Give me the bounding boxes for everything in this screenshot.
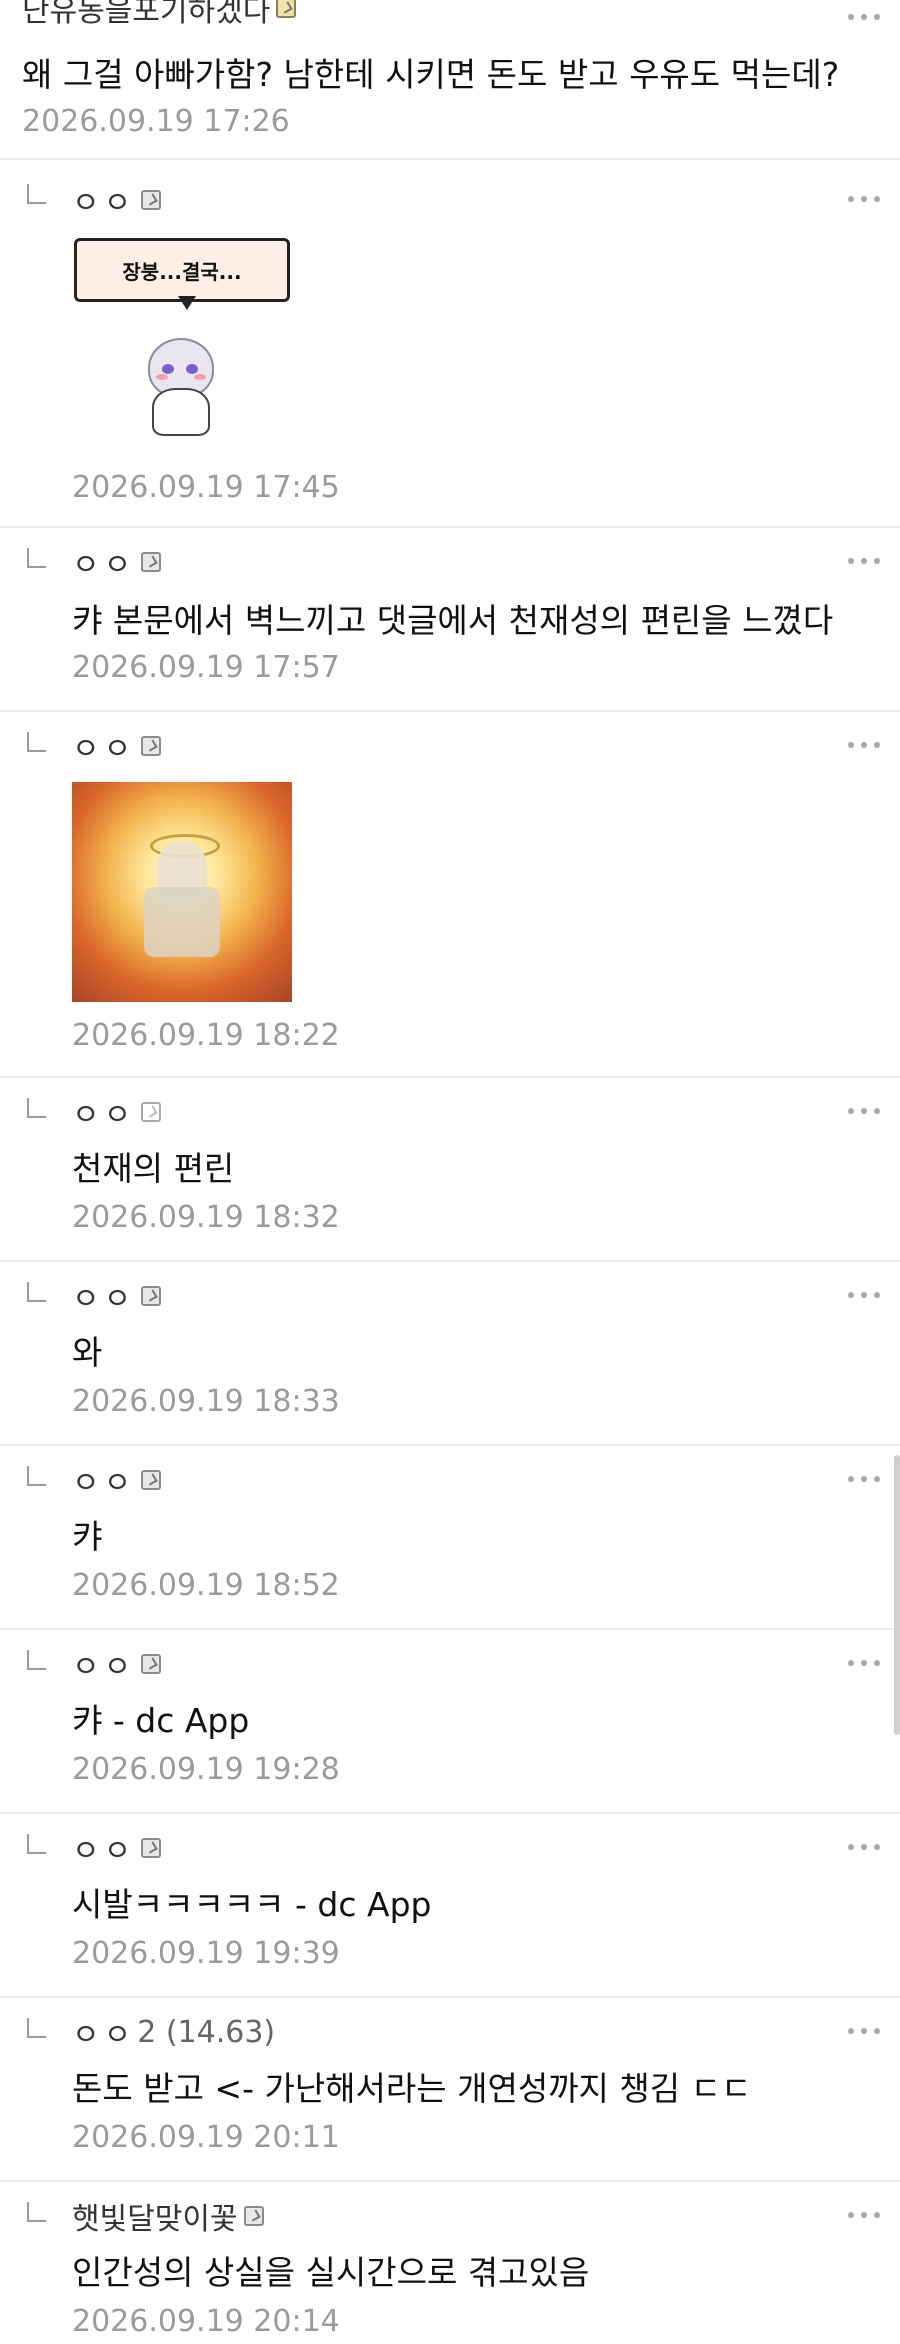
comment-text: 와 — [72, 1333, 103, 1372]
member-badge-icon — [141, 1286, 162, 1306]
more-options-icon[interactable] — [848, 742, 880, 748]
chibi-cheek — [194, 374, 206, 380]
member-badge-icon — [141, 1654, 162, 1674]
comment-author[interactable]: ㅇㅇ — [72, 1090, 162, 1134]
reply-indent-icon — [27, 548, 46, 568]
comment-author[interactable]: 햇빛달맞이꽃 — [72, 2194, 264, 2238]
chibi-cheek — [156, 374, 168, 380]
more-options-icon[interactable] — [848, 1292, 880, 1298]
comment-timestamp: 2026.09.19 19:39 — [72, 1936, 340, 1971]
comment-timestamp: 2026.09.19 18:22 — [72, 1018, 340, 1053]
member-badge-icon — [243, 2206, 264, 2226]
comment-author[interactable]: ㅇㅇ — [72, 1826, 162, 1870]
reply-indent-icon — [27, 1282, 46, 1302]
scrollbar[interactable] — [894, 1455, 900, 1735]
member-badge-icon — [141, 1470, 162, 1490]
dccon-sticker: 장붕...결국... — [74, 238, 294, 438]
nickname[interactable]: ㅇㅇ — [72, 2010, 135, 2054]
more-options-icon[interactable] — [848, 196, 880, 202]
reply-item: ㅇㅇ 캬 - dc App 2026.09.19 19:28 — [0, 1630, 900, 1814]
reply-indent-icon — [27, 2202, 46, 2222]
comment-author[interactable]: ㅇㅇ — [72, 178, 162, 222]
nickname[interactable]: ㅇㅇ — [72, 1090, 135, 1134]
comment-text: 인간성의 상실을 실시간으로 겪고있음 — [72, 2253, 590, 2292]
comment-author[interactable]: ㅇㅇ — [72, 1642, 162, 1686]
chibi-eye — [162, 364, 174, 374]
comment-author[interactable]: ㅇㅇ — [72, 540, 162, 584]
nickname[interactable]: 햇빛달맞이꽃 — [72, 2194, 238, 2238]
reply-indent-icon — [27, 732, 46, 752]
more-options-icon[interactable] — [848, 2212, 880, 2218]
comment-item: 난유동을포기하겠다 왜 그걸 아빠가함? 남한테 시키면 돈도 받고 우유도 먹… — [0, 0, 900, 160]
more-options-icon[interactable] — [848, 1476, 880, 1482]
reply-item: ㅇㅇ 2026.09.19 18:22 — [0, 712, 900, 1078]
reply-indent-icon — [27, 1466, 46, 1486]
comment-text: 캬 - dc App — [72, 1701, 250, 1740]
more-options-icon[interactable] — [848, 2028, 880, 2034]
ip-suffix: 2 (14.63) — [137, 2014, 276, 2050]
reply-item: ㅇㅇ 캬 본문에서 벽느끼고 댓글에서 천재성의 편린을 느꼈다 2026.09… — [0, 528, 900, 712]
nickname[interactable]: ㅇㅇ — [72, 1826, 135, 1870]
comment-text: 돈도 받고 <- 가난해서라는 개연성까지 챙김 ㄷㄷ — [72, 2069, 752, 2108]
reply-item: 햇빛달맞이꽃 인간성의 상실을 실시간으로 겪고있음 2026.09.19 20… — [0, 2182, 900, 2344]
comment-timestamp: 2026.09.19 20:11 — [72, 2120, 340, 2155]
dccon-painting-image — [72, 782, 292, 1002]
chibi-character-body — [152, 388, 210, 436]
gallery-badge-icon — [276, 0, 297, 18]
reply-item: ㅇㅇ 와 2026.09.19 18:33 — [0, 1262, 900, 1446]
comment-timestamp: 2026.09.19 18:52 — [72, 1568, 340, 1603]
comment-author[interactable]: ㅇㅇ 2 (14.63) — [72, 2010, 276, 2054]
comment-text: 시발ㅋㅋㅋㅋㅋ - dc App — [72, 1885, 432, 1924]
member-badge-icon — [141, 190, 162, 210]
reply-item: ㅇㅇ 2 (14.63) 돈도 받고 <- 가난해서라는 개연성까지 챙김 ㄷㄷ… — [0, 1998, 900, 2182]
reply-indent-icon — [27, 1834, 46, 1854]
comment-author[interactable]: ㅇㅇ — [72, 1458, 162, 1502]
comment-author[interactable]: 난유동을포기하겠다 — [22, 0, 297, 30]
nickname[interactable]: ㅇㅇ — [72, 540, 135, 584]
reply-item: ㅇㅇ 천재의 편린 2026.09.19 18:32 — [0, 1078, 900, 1262]
comment-timestamp: 2026.09.19 17:45 — [72, 470, 340, 505]
comment-text: 캬 본문에서 벽느끼고 댓글에서 천재성의 편린을 느꼈다 — [72, 601, 834, 640]
figure-cloak — [144, 887, 220, 957]
chibi-eye — [186, 364, 198, 374]
member-badge-icon — [141, 736, 162, 756]
reply-item: ㅇㅇ 장붕...결국... 2026.09.19 17:45 — [0, 160, 900, 528]
comment-timestamp: 2026.09.19 17:57 — [72, 650, 340, 685]
comment-timestamp: 2026.09.19 18:33 — [72, 1384, 340, 1419]
reply-indent-icon — [27, 184, 46, 204]
more-options-icon[interactable] — [848, 1844, 880, 1850]
comment-text: 왜 그걸 아빠가함? 남한테 시키면 돈도 받고 우유도 먹는데? — [22, 55, 840, 94]
comment-timestamp: 2026.09.19 17:26 — [22, 104, 290, 139]
comment-author[interactable]: ㅇㅇ — [72, 1274, 162, 1318]
reply-item: ㅇㅇ 캬 2026.09.19 18:52 — [0, 1446, 900, 1630]
more-options-icon[interactable] — [848, 1108, 880, 1114]
comment-author[interactable]: ㅇㅇ — [72, 724, 162, 768]
nickname[interactable]: ㅇㅇ — [72, 1642, 135, 1686]
nickname[interactable]: 난유동을포기하겠다 — [22, 0, 270, 30]
nickname[interactable]: ㅇㅇ — [72, 1458, 135, 1502]
more-options-icon[interactable] — [848, 1660, 880, 1666]
reply-indent-icon — [27, 1650, 46, 1670]
more-options-icon[interactable] — [848, 558, 880, 564]
nickname[interactable]: ㅇㅇ — [72, 724, 135, 768]
member-badge-icon — [141, 1838, 162, 1858]
reply-indent-icon — [27, 2018, 46, 2038]
member-badge-icon — [141, 1102, 162, 1122]
nickname[interactable]: ㅇㅇ — [72, 178, 135, 222]
comment-text: 캬 — [72, 1517, 103, 1556]
reply-indent-icon — [27, 1098, 46, 1118]
sticker-speech-bubble: 장붕...결국... — [74, 238, 290, 302]
more-options-icon[interactable] — [848, 14, 880, 20]
speech-tail — [178, 296, 196, 310]
reply-item: ㅇㅇ 시발ㅋㅋㅋㅋㅋ - dc App 2026.09.19 19:39 — [0, 1814, 900, 1998]
comment-text: 천재의 편린 — [72, 1149, 235, 1188]
comment-timestamp: 2026.09.19 19:28 — [72, 1752, 340, 1787]
comment-timestamp: 2026.09.19 18:32 — [72, 1200, 340, 1235]
comment-timestamp: 2026.09.19 20:14 — [72, 2304, 340, 2339]
member-badge-icon — [141, 552, 162, 572]
nickname[interactable]: ㅇㅇ — [72, 1274, 135, 1318]
